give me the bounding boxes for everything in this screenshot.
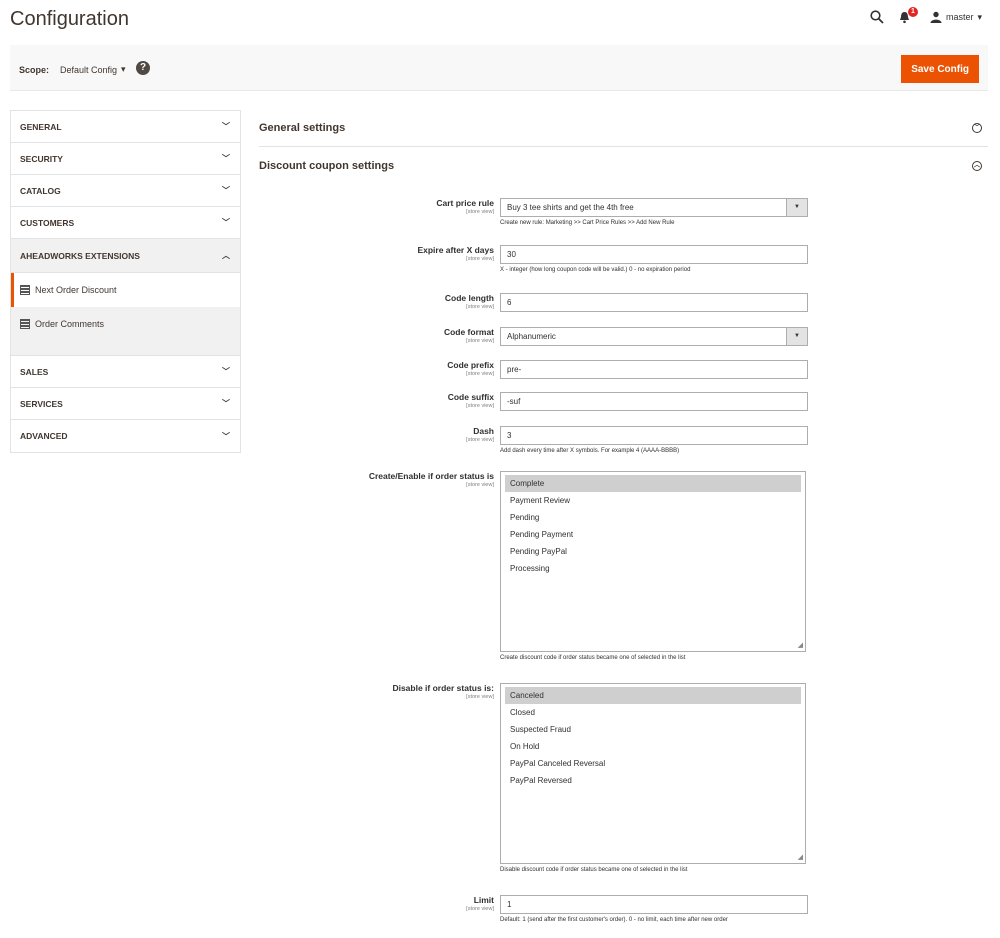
create-status-multiselect[interactable]: Complete Payment Review Pending Pending … [500,471,806,652]
status-option[interactable]: Canceled [505,687,801,704]
chevron-down-icon: ﹀ [222,122,230,131]
status-option[interactable]: On Hold [505,738,801,755]
status-option[interactable]: PayPal Canceled Reversal [505,755,801,772]
sidebar-item-advanced[interactable]: ADVANCED ﹀ [11,420,240,452]
config-sidebar: GENERAL ﹀ SECURITY ﹀ CATALOG ﹀ CUSTOMERS ﹀ A… [10,110,241,453]
scope-bar: Scope: Default Config ▾ ? Save Config [10,45,988,91]
status-option[interactable]: Pending Payment [505,526,801,543]
caret-down-icon: ▾ [977,11,982,22]
notifications-bell-icon[interactable]: 1 [898,7,918,24]
dropdown-arrow-icon: ▼ [786,199,807,216]
sidebar-item-catalog[interactable]: CATALOG ﹀ [11,175,240,207]
user-icon [930,11,942,23]
status-option[interactable]: Pending [505,509,801,526]
dash-input[interactable]: 3 [500,426,808,445]
header-actions: 1 master ▾ [870,7,982,24]
status-option[interactable]: Processing [505,560,801,577]
search-icon[interactable] [870,10,884,24]
expire-days-input[interactable]: 30 [500,245,808,264]
chevron-down-icon: ﹀ [222,186,230,195]
module-icon [20,285,30,295]
status-option[interactable]: Payment Review [505,492,801,509]
sidebar-item-general[interactable]: GENERAL ﹀ [11,111,240,143]
save-config-button[interactable]: Save Config [901,55,979,83]
expand-icon: ﹀ [972,123,982,133]
status-option[interactable]: Closed [505,704,801,721]
code-prefix-input[interactable]: pre- [500,360,808,379]
config-main: General settings ﹀ Discount coupon setti… [259,110,988,923]
collapse-icon: ︿ [972,160,982,171]
chevron-down-icon: ﹀ [222,367,230,376]
status-option[interactable]: Suspected Fraud [505,721,801,738]
notifications-count: 1 [907,7,918,17]
sidebar-item-customers[interactable]: CUSTOMERS ﹀ [11,207,240,239]
sidebar-subitem-order-comments[interactable]: Order Comments [11,307,240,341]
status-option[interactable]: PayPal Reversed [505,772,801,789]
sidebar-item-services[interactable]: SERVICES ﹀ [11,388,240,420]
code-length-input[interactable]: 6 [500,293,808,312]
disable-status-multiselect[interactable]: Canceled Closed Suspected Fraud On Hold … [500,683,806,864]
chevron-down-icon: ﹀ [222,154,230,163]
scope-switcher[interactable]: Default Config ▾ [60,64,126,75]
dropdown-arrow-icon: ▼ [786,328,807,345]
status-option[interactable]: Pending PayPal [505,543,801,560]
resize-grip-icon[interactable]: ◢ [798,641,803,649]
sidebar-item-sales[interactable]: SALES ﹀ [11,356,240,388]
cart-price-rule-select[interactable]: Buy 3 tee shirts and get the 4th free ▼ [500,198,808,217]
limit-input[interactable]: 1 [500,895,808,914]
chevron-down-icon: ﹀ [222,399,230,408]
code-format-select[interactable]: Alphanumeric ▼ [500,327,808,346]
caret-down-icon: ▾ [121,64,126,74]
scope-label: Scope: [19,65,50,75]
section-discount-coupon-settings[interactable]: Discount coupon settings ︿ [259,147,988,184]
sidebar-item-aheadworks-extensions[interactable]: AHEADWORKS EXTENSIONS ︿ [11,239,240,273]
user-name: master [945,12,974,22]
help-icon[interactable]: ? [136,61,150,75]
chevron-up-icon: ︿ [222,251,230,260]
sidebar-subitems: Next Order Discount Order Comments [11,273,240,356]
chevron-down-icon: ﹀ [222,218,230,227]
section-general-settings[interactable]: General settings ﹀ [259,110,988,147]
user-menu[interactable]: master ▾ [930,11,982,23]
page-title: Configuration [10,8,129,30]
code-suffix-input[interactable]: -suf [500,392,808,411]
scope-value: Default Config [60,64,118,75]
resize-grip-icon[interactable]: ◢ [798,853,803,861]
sidebar-subitem-next-order-discount[interactable]: Next Order Discount [11,273,240,307]
comments-icon [20,319,30,329]
sidebar-item-security[interactable]: SECURITY ﹀ [11,143,240,175]
chevron-down-icon: ﹀ [222,431,230,441]
status-option[interactable]: Complete [505,475,801,492]
